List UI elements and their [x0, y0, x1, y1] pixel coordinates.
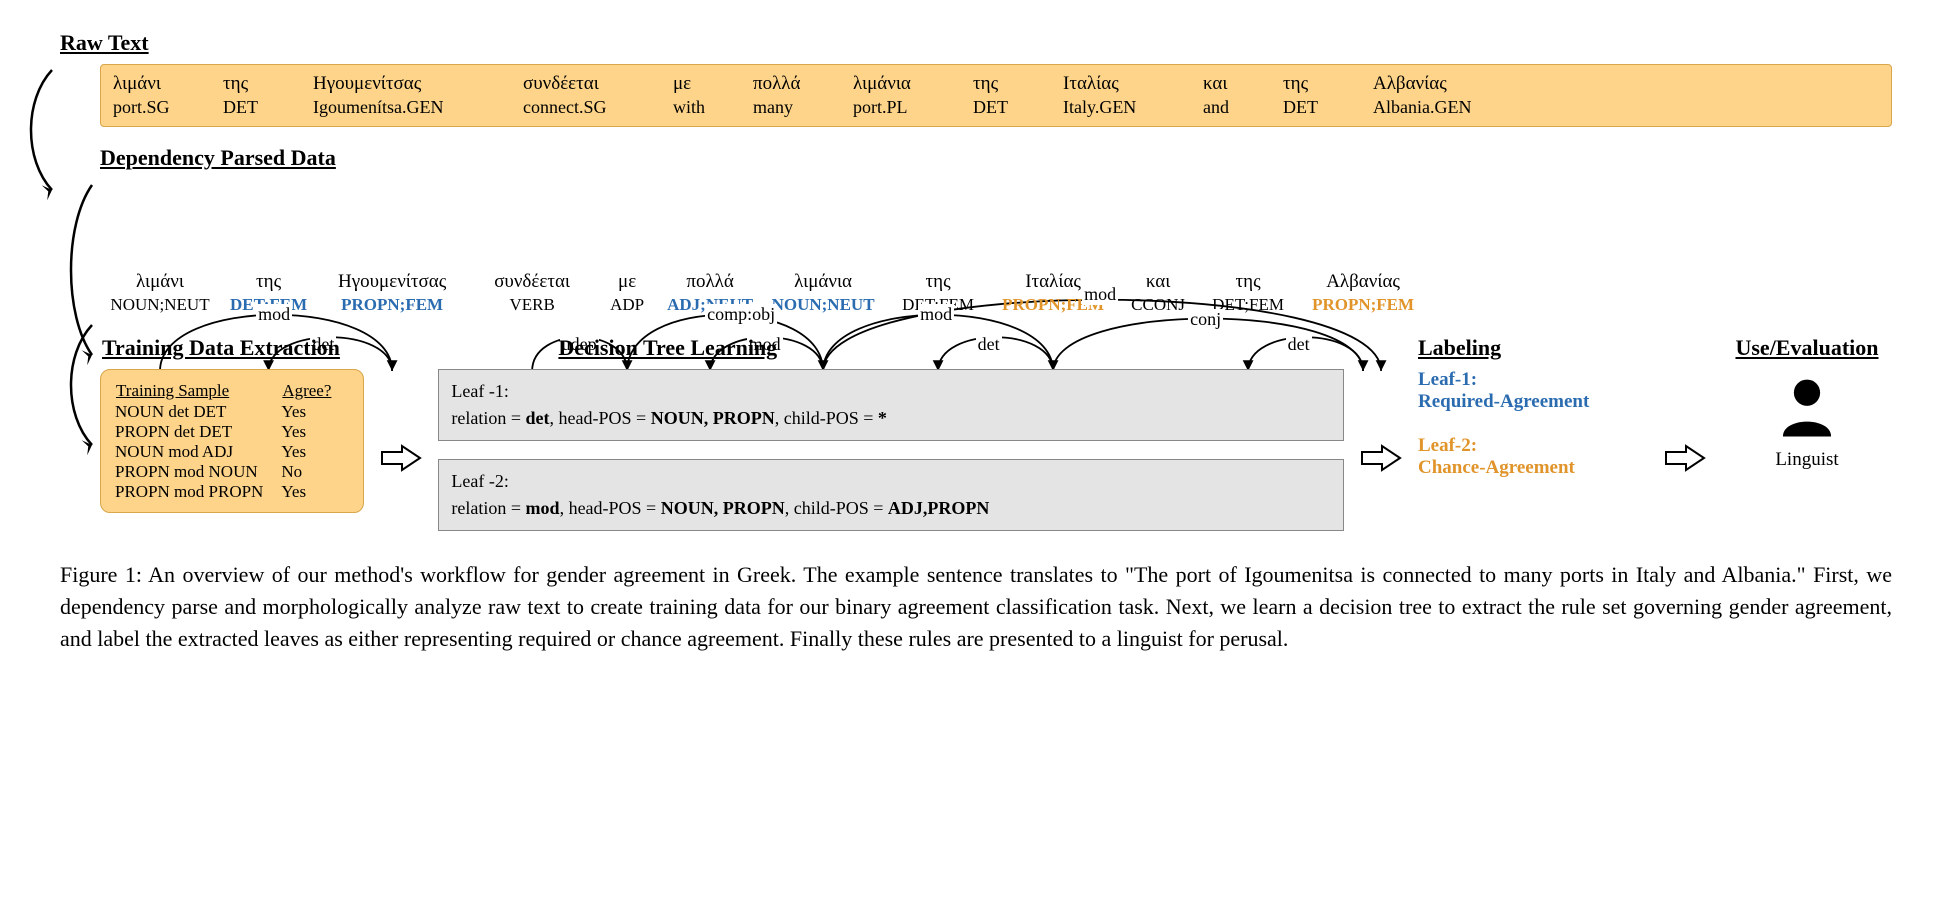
decision-tree-leaf: Leaf -2: relation = mod, head-POS = NOUN,…: [438, 459, 1344, 531]
raw-token-greek: της: [973, 73, 998, 95]
use-eval-heading: Use/Evaluation: [1735, 335, 1878, 361]
raw-token-greek: Αλβανίας: [1373, 73, 1447, 95]
linguist-label: Linguist: [1775, 449, 1838, 471]
leaf-title: Leaf -2:: [451, 471, 508, 491]
dep-token-greek: της: [1236, 271, 1261, 293]
dependency-arc-label: conj: [1188, 309, 1223, 330]
dep-token-tag: VERB: [509, 295, 554, 315]
arrow-right-icon: [1664, 444, 1706, 472]
training-box: Training SampleAgree?NOUN det DETYesPROP…: [100, 369, 364, 513]
raw-token-gloss: many: [753, 97, 793, 118]
training-agree: Yes: [281, 402, 349, 422]
training-agree: Yes: [281, 482, 349, 502]
leaf2-name: Leaf-2:: [1418, 435, 1477, 456]
dep-token-greek: και: [1146, 271, 1170, 293]
dep-token-greek: Ιταλίας: [1025, 271, 1081, 293]
raw-token-greek: Ιταλίας: [1063, 73, 1119, 95]
raw-token-gloss: DET: [1283, 97, 1318, 118]
leaf1-label: Required-Agreement: [1418, 391, 1589, 412]
arrow-right-icon: [1360, 444, 1402, 472]
raw-token-greek: με: [673, 73, 691, 95]
raw-text-heading: Raw Text: [60, 30, 1892, 56]
raw-token-gloss: port.SG: [113, 97, 170, 118]
person-icon: [1772, 373, 1842, 443]
decision-tree-leaf: Leaf -1: relation = det, head-POS = NOUN,…: [438, 369, 1344, 441]
dep-token-tag: PROPN;FEM: [1312, 295, 1414, 315]
dep-token-greek: της: [926, 271, 951, 293]
training-col-sample: Training Sample: [115, 380, 281, 402]
training-heading: Training Data Extraction: [102, 335, 364, 361]
raw-token-greek: πολλά: [753, 73, 800, 95]
labeling-leaf1: Leaf-1: Required-Agreement: [1418, 369, 1648, 413]
raw-token-gloss: port.PL: [853, 97, 908, 118]
training-sample: NOUN det DET: [115, 402, 281, 422]
raw-token-gloss: DET: [223, 97, 258, 118]
raw-token-gloss: Igoumenítsa.GEN: [313, 97, 443, 118]
leaf2-label: Chance-Agreement: [1418, 457, 1575, 478]
leaf-body: relation = det, head-POS = NOUN, PROPN, …: [451, 408, 886, 428]
dep-token-greek: πολλά: [686, 271, 733, 293]
training-sample: PROPN mod PROPN: [115, 482, 281, 502]
dependency-heading: Dependency Parsed Data: [100, 145, 1892, 171]
raw-token-greek: λιμάνια: [853, 73, 911, 95]
leaf1-name: Leaf-1:: [1418, 369, 1477, 390]
dep-token-greek: με: [618, 271, 636, 293]
training-sample: PROPN det DET: [115, 422, 281, 442]
flow-arrow-icon: [22, 70, 58, 190]
dep-token-tag: CCONJ: [1131, 295, 1185, 315]
training-col-agree: Agree?: [281, 380, 349, 402]
dep-token-tag: ADP: [610, 295, 644, 315]
dependency-arc-label: comp:obj: [705, 304, 777, 325]
raw-text-box: λιμάνιport.SGτηςDETΗγουμενίτσαςIgoumenít…: [100, 64, 1892, 127]
dependency-arc-label: mod: [256, 304, 292, 325]
raw-token-greek: της: [1283, 73, 1308, 95]
raw-token-gloss: connect.SG: [523, 97, 606, 118]
raw-token-greek: συνδέεται: [523, 73, 599, 95]
dep-token-tag: PROPN;FEM: [341, 295, 443, 315]
raw-token-greek: και: [1203, 73, 1227, 95]
training-agree: Yes: [281, 442, 349, 462]
dependency-arc-label: mod: [918, 304, 954, 325]
training-agree: Yes: [281, 422, 349, 442]
training-sample: NOUN mod ADJ: [115, 442, 281, 462]
raw-token-gloss: and: [1203, 97, 1229, 118]
dep-token-greek: συνδέεται: [494, 271, 570, 293]
labeling-heading: Labeling: [1418, 335, 1648, 361]
training-agree: No: [281, 462, 349, 482]
raw-token-greek: της: [223, 73, 248, 95]
raw-token-gloss: DET: [973, 97, 1008, 118]
leaf-title: Leaf -1:: [451, 381, 508, 401]
decision-tree-heading: Decision Tree Learning: [558, 335, 1344, 361]
raw-token-gloss: with: [673, 97, 705, 118]
flow-arrow-icon: [62, 325, 98, 445]
figure-caption: Figure 1: An overview of our method's wo…: [60, 559, 1892, 655]
labeling-leaf2: Leaf-2: Chance-Agreement: [1418, 435, 1648, 479]
dependency-arc-label: mod: [1082, 284, 1118, 305]
dep-token-greek: Αλβανίας: [1326, 271, 1400, 293]
leaf-body: relation = mod, head-POS = NOUN, PROPN, …: [451, 498, 989, 518]
raw-token-greek: Ηγουμενίτσας: [313, 73, 421, 95]
dep-token-tag: NOUN;NEUT: [772, 295, 875, 315]
dep-token-greek: λιμάνια: [794, 271, 852, 293]
raw-token-gloss: Italy.GEN: [1063, 97, 1136, 118]
raw-token-greek: λιμάνι: [113, 73, 161, 95]
dep-token-greek: λιμάνι: [136, 271, 184, 293]
arrow-right-icon: [380, 444, 422, 472]
dep-token-tag: NOUN;NEUT: [110, 295, 209, 315]
dep-token-greek: της: [256, 271, 281, 293]
raw-token-gloss: Albania.GEN: [1373, 97, 1471, 118]
dep-token-greek: Ηγουμενίτσας: [338, 271, 446, 293]
training-sample: PROPN mod NOUN: [115, 462, 281, 482]
